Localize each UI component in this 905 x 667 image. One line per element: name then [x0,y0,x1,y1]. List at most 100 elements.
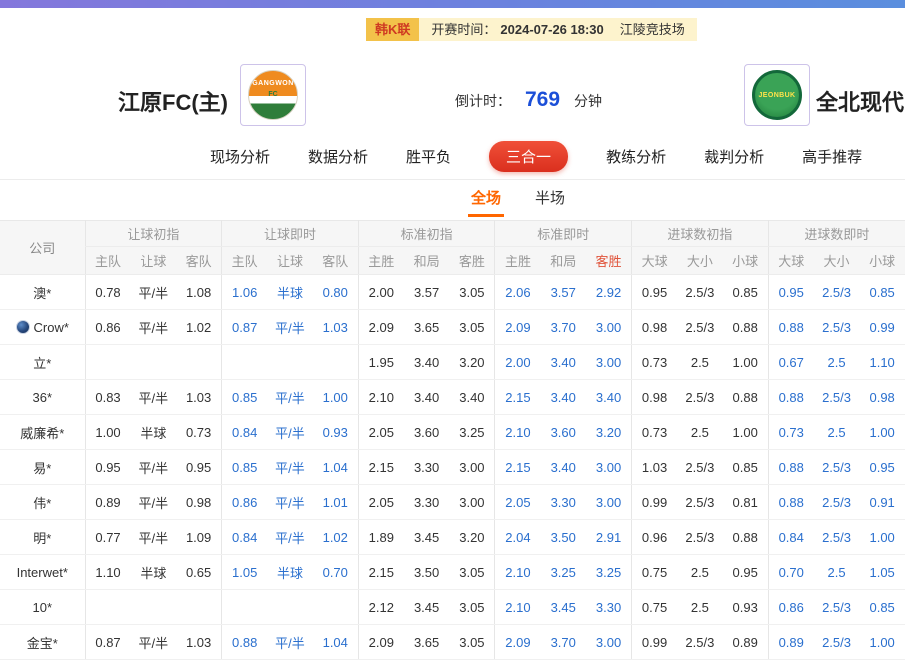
odds-cell[interactable]: 0.95 [859,450,905,485]
odds-cell[interactable]: 2.15 [495,450,541,485]
odds-cell[interactable]: 3.30 [586,590,632,625]
odds-cell[interactable]: 2.10 [495,415,541,450]
odds-cell[interactable]: 2.10 [495,590,541,625]
odds-cell[interactable]: 2.09 [495,625,541,660]
odds-cell[interactable]: 0.84 [768,520,814,555]
odds-cell[interactable]: 2.5/3 [814,450,860,485]
odds-cell[interactable]: 2.5 [814,415,860,450]
odds-cell[interactable] [267,345,313,380]
odds-cell[interactable]: 2.06 [495,275,541,310]
odds-cell[interactable]: 0.91 [859,485,905,520]
odds-cell[interactable]: 平/半 [267,310,313,345]
odds-cell[interactable]: 3.00 [586,345,632,380]
odds-cell[interactable]: 0.73 [768,415,814,450]
odds-cell[interactable]: 3.40 [540,345,586,380]
odds-cell[interactable] [222,590,268,625]
odds-cell[interactable]: 0.84 [222,520,268,555]
odds-cell[interactable]: 2.91 [586,520,632,555]
odds-cell[interactable]: 0.86 [768,590,814,625]
odds-cell[interactable]: 0.85 [859,590,905,625]
odds-cell[interactable]: 0.70 [768,555,814,590]
odds-cell[interactable]: 平/半 [267,450,313,485]
company-cell[interactable]: 10* [0,590,85,625]
odds-cell[interactable]: 1.05 [859,555,905,590]
odds-cell[interactable]: 0.88 [768,450,814,485]
odds-cell[interactable]: 1.04 [313,450,359,485]
odds-cell[interactable]: 2.04 [495,520,541,555]
odds-cell[interactable] [313,590,359,625]
nav-tab-1[interactable]: 现场分析 [210,146,270,167]
odds-cell[interactable]: 2.5/3 [814,625,860,660]
odds-cell[interactable]: 1.02 [313,520,359,555]
company-cell[interactable]: 澳* [0,275,85,310]
league-badge[interactable]: 韩K联 [366,18,419,41]
odds-cell[interactable]: 2.5/3 [814,310,860,345]
odds-cell[interactable]: 2.5/3 [814,590,860,625]
scope-tab-2[interactable]: 半场 [532,180,568,217]
odds-cell[interactable]: 0.67 [768,345,814,380]
company-cell[interactable]: 伟* [0,485,85,520]
odds-cell[interactable]: 半球 [267,555,313,590]
nav-tab-2[interactable]: 数据分析 [308,146,368,167]
odds-cell[interactable]: 2.10 [495,555,541,590]
odds-cell[interactable]: 1.10 [859,345,905,380]
odds-cell[interactable]: 0.88 [222,625,268,660]
odds-cell[interactable]: 平/半 [267,380,313,415]
odds-cell[interactable]: 1.00 [859,415,905,450]
odds-cell[interactable]: 0.80 [313,275,359,310]
nav-tab-4[interactable]: 三合一 [489,141,568,172]
odds-cell[interactable]: 0.85 [222,450,268,485]
odds-cell[interactable]: 1.06 [222,275,268,310]
company-cell[interactable]: 明* [0,520,85,555]
scope-tab-1[interactable]: 全场 [468,180,504,217]
odds-cell[interactable]: 0.70 [313,555,359,590]
odds-cell[interactable]: 1.00 [313,380,359,415]
company-cell[interactable]: 易* [0,450,85,485]
odds-cell[interactable]: 3.25 [540,555,586,590]
odds-cell[interactable]: 3.00 [586,450,632,485]
odds-cell[interactable]: 0.87 [222,310,268,345]
company-cell[interactable]: 36* [0,380,85,415]
odds-cell[interactable]: 0.99 [859,310,905,345]
odds-cell[interactable]: 0.85 [222,380,268,415]
odds-cell[interactable]: 1.00 [859,625,905,660]
company-cell[interactable]: Crow* [0,310,85,345]
odds-cell[interactable]: 2.5/3 [814,275,860,310]
odds-cell[interactable]: 2.09 [495,310,541,345]
nav-tab-7[interactable]: 高手推荐 [802,146,862,167]
odds-cell[interactable]: 半球 [267,275,313,310]
odds-cell[interactable]: 0.85 [859,275,905,310]
odds-cell[interactable]: 2.5/3 [814,380,860,415]
odds-cell[interactable] [313,345,359,380]
odds-cell[interactable]: 3.40 [540,380,586,415]
nav-tab-5[interactable]: 教练分析 [606,146,666,167]
odds-cell[interactable]: 2.92 [586,275,632,310]
odds-cell[interactable] [222,345,268,380]
odds-cell[interactable]: 0.88 [768,380,814,415]
company-cell[interactable]: 金宝* [0,625,85,660]
odds-cell[interactable]: 0.98 [859,380,905,415]
odds-cell[interactable] [267,590,313,625]
odds-cell[interactable]: 1.03 [313,310,359,345]
odds-cell[interactable]: 1.05 [222,555,268,590]
odds-cell[interactable]: 1.00 [859,520,905,555]
odds-cell[interactable]: 3.00 [586,310,632,345]
odds-cell[interactable]: 平/半 [267,520,313,555]
odds-cell[interactable]: 3.70 [540,625,586,660]
odds-cell[interactable]: 0.88 [768,485,814,520]
odds-cell[interactable]: 3.25 [586,555,632,590]
odds-cell[interactable]: 3.70 [540,310,586,345]
odds-cell[interactable]: 3.40 [586,380,632,415]
nav-tab-3[interactable]: 胜平负 [406,146,451,167]
odds-cell[interactable]: 1.01 [313,485,359,520]
nav-tab-6[interactable]: 裁判分析 [704,146,764,167]
odds-cell[interactable]: 2.5 [814,555,860,590]
odds-cell[interactable]: 3.40 [540,450,586,485]
odds-cell[interactable]: 3.60 [540,415,586,450]
odds-cell[interactable]: 0.93 [313,415,359,450]
odds-cell[interactable]: 0.95 [768,275,814,310]
odds-cell[interactable]: 3.30 [540,485,586,520]
odds-cell[interactable]: 2.00 [495,345,541,380]
odds-cell[interactable]: 2.5 [814,345,860,380]
odds-cell[interactable]: 2.5/3 [814,485,860,520]
